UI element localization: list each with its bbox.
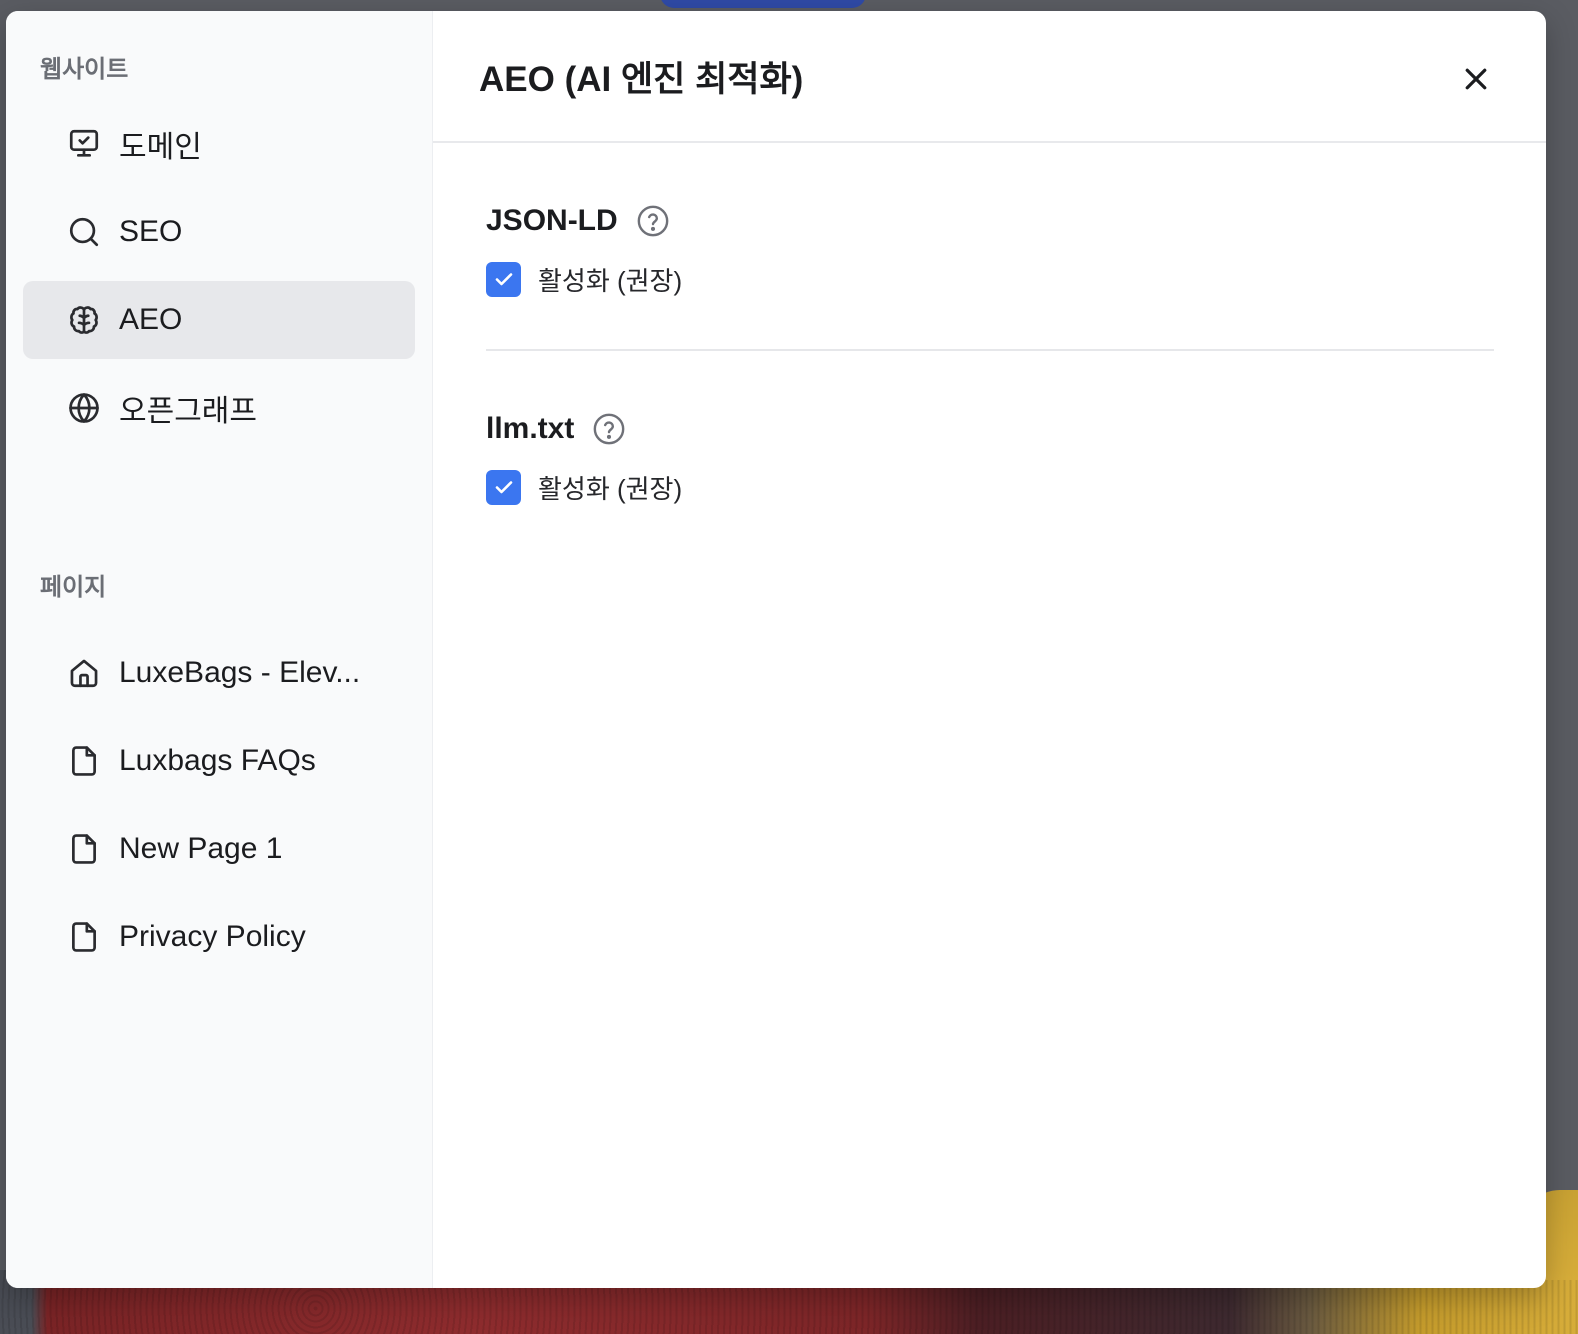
sidebar-item-label: 도메인 — [119, 131, 202, 164]
check-icon — [495, 481, 512, 494]
sidebar-item-label: Luxbags FAQs — [119, 744, 316, 777]
sidebar-item-seo[interactable]: SEO — [23, 193, 415, 271]
sidebar-item-page-faqs[interactable]: Luxbags FAQs — [23, 722, 415, 800]
page-title: AEO (AI 엔진 최적화) — [479, 59, 804, 99]
file-icon — [67, 832, 101, 866]
help-circle-icon[interactable] — [636, 204, 670, 238]
home-icon — [67, 656, 101, 690]
sidebar-section-pages: 페이지 — [40, 574, 107, 601]
sidebar-item-label: SEO — [119, 215, 183, 248]
checkbox-label[interactable]: 활성화 (권장) — [538, 469, 682, 506]
close-button[interactable] — [1458, 61, 1494, 97]
setting-title: llm.txt — [486, 412, 575, 445]
sidebar-item-aeo[interactable]: AEO — [23, 281, 415, 359]
file-icon — [67, 744, 101, 778]
close-icon — [1465, 68, 1487, 90]
pages-nav-list: LuxeBags - Elev... Luxbags FAQs New Page… — [23, 634, 415, 986]
divider — [486, 349, 1494, 351]
settings-panel: JSON-LD 활성화 (권장) llm.txt 활성화 (권장) — [433, 143, 1546, 505]
help-circle-icon[interactable] — [592, 412, 626, 446]
check-icon — [495, 273, 512, 286]
sidebar-item-domain[interactable]: 도메인 — [23, 105, 415, 183]
brain-icon — [67, 303, 101, 337]
sidebar-item-label: AEO — [119, 303, 183, 336]
setting-llm-txt: llm.txt 활성화 (권장) — [486, 409, 1494, 505]
monitor-check-icon — [67, 127, 101, 161]
sidebar-item-page-home[interactable]: LuxeBags - Elev... — [23, 634, 415, 712]
settings-content: AEO (AI 엔진 최적화) JSON-LD 활성화 (권장) llm.txt… — [433, 11, 1546, 1288]
sidebar-item-label: LuxeBags - Elev... — [119, 656, 361, 689]
file-icon — [67, 920, 101, 954]
sidebar: 웹사이트 도메인 SEO AEO 오픈그래프 페이지 LuxeBags - El… — [6, 11, 433, 1288]
search-icon — [67, 215, 101, 249]
sidebar-section-website: 웹사이트 — [40, 56, 129, 83]
llm-txt-enable-checkbox[interactable] — [486, 469, 521, 505]
backdrop-button — [660, 0, 866, 8]
sidebar-item-label: 오픈그래프 — [119, 395, 257, 428]
sidebar-item-opengraph[interactable]: 오픈그래프 — [23, 369, 415, 447]
globe-icon — [67, 391, 101, 425]
sidebar-item-label: Privacy Policy — [119, 920, 306, 953]
setting-json-ld: JSON-LD 활성화 (권장) — [486, 201, 1494, 297]
setting-title: JSON-LD — [486, 204, 618, 237]
json-ld-enable-checkbox[interactable] — [486, 261, 521, 297]
settings-modal: 웹사이트 도메인 SEO AEO 오픈그래프 페이지 LuxeBags - El… — [6, 11, 1546, 1288]
website-nav-list: 도메인 SEO AEO 오픈그래프 — [23, 105, 415, 447]
sidebar-item-page-new-page[interactable]: New Page 1 — [23, 810, 415, 888]
checkbox-label[interactable]: 활성화 (권장) — [538, 261, 682, 298]
sidebar-item-page-privacy[interactable]: Privacy Policy — [23, 898, 415, 976]
sidebar-item-label: New Page 1 — [119, 832, 283, 865]
content-header: AEO (AI 엔진 최적화) — [433, 11, 1546, 143]
